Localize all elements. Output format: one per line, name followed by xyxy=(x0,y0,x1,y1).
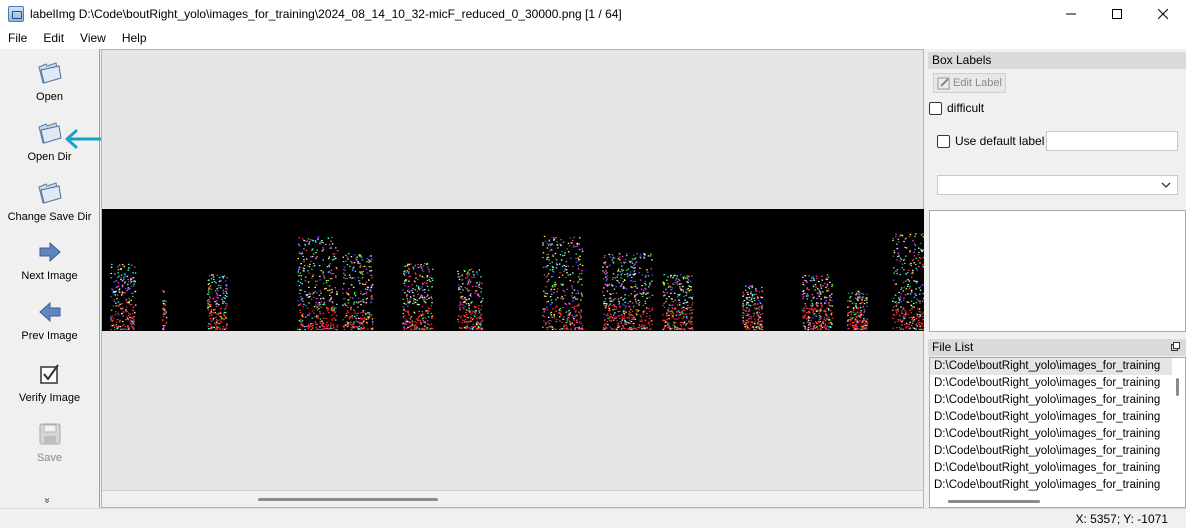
menu-view[interactable]: View xyxy=(72,27,114,49)
label-list[interactable] xyxy=(929,210,1186,332)
file-list-panel: File List D:\Code\boutRight_yolo\images_… xyxy=(928,339,1186,508)
canvas-horizontal-scrollbar[interactable] xyxy=(102,490,923,507)
menu-file[interactable]: File xyxy=(0,27,35,49)
use-default-label-text: Use default label xyxy=(955,134,1045,148)
close-icon xyxy=(1158,8,1168,19)
title-bar[interactable]: labelImg D:\Code\boutRight_yolo\images_f… xyxy=(0,0,1186,27)
checkbox-icon xyxy=(36,360,64,388)
change-save-dir-button[interactable]: Change Save Dir xyxy=(0,179,99,223)
difficult-checkbox[interactable] xyxy=(929,101,942,115)
open-button[interactable]: Open xyxy=(0,59,99,103)
spectrogram-graphic xyxy=(110,233,924,331)
cursor-coordinates: X: 5357; Y: -1071 xyxy=(1075,512,1168,526)
verify-image-label: Verify Image xyxy=(18,392,81,404)
next-image-label: Next Image xyxy=(21,270,78,282)
box-labels-title: Box Labels xyxy=(928,52,1186,69)
maximize-button[interactable] xyxy=(1094,0,1140,27)
chevron-down-icon xyxy=(1161,182,1171,188)
toolbar-more-icon[interactable]: » xyxy=(41,498,52,504)
prev-image-button[interactable]: Prev Image xyxy=(0,298,99,342)
difficult-checkbox-row[interactable]: difficult xyxy=(929,101,984,115)
save-button[interactable]: Save xyxy=(0,420,99,464)
file-list[interactable]: D:\Code\boutRight_yolo\images_for_traini… xyxy=(929,357,1186,508)
menu-help[interactable]: Help xyxy=(114,27,155,49)
close-button[interactable] xyxy=(1140,0,1186,27)
spectrogram-image[interactable] xyxy=(102,209,924,331)
maximize-icon xyxy=(1112,8,1122,19)
image-canvas[interactable] xyxy=(101,49,924,508)
box-labels-panel: Box Labels Edit Label difficult Use defa… xyxy=(928,52,1186,332)
menu-edit[interactable]: Edit xyxy=(35,27,72,49)
next-image-button[interactable]: Next Image xyxy=(0,238,99,282)
list-item[interactable]: D:\Code\boutRight_yolo\images_for_traini… xyxy=(930,477,1172,494)
minimize-button[interactable] xyxy=(1048,0,1094,27)
list-item[interactable]: D:\Code\boutRight_yolo\images_for_traini… xyxy=(930,358,1172,375)
status-bar: X: 5357; Y: -1071 xyxy=(0,508,1186,528)
list-item[interactable]: D:\Code\boutRight_yolo\images_for_traini… xyxy=(930,409,1172,426)
list-item[interactable]: D:\Code\boutRight_yolo\images_for_traini… xyxy=(930,375,1172,392)
edit-label-text: Edit Label xyxy=(953,77,1002,89)
change-save-dir-label: Change Save Dir xyxy=(7,211,92,223)
dock-float-icon[interactable] xyxy=(1171,342,1180,351)
use-default-label-row[interactable]: Use default label xyxy=(937,134,1044,148)
app-logo-icon xyxy=(8,5,24,22)
prev-image-label: Prev Image xyxy=(21,330,78,342)
folder-open-icon xyxy=(36,119,64,147)
arrow-right-icon xyxy=(36,238,64,266)
arrow-left-icon xyxy=(36,298,64,326)
difficult-label: difficult xyxy=(947,101,985,115)
label-combo-box[interactable] xyxy=(937,175,1178,195)
list-item[interactable]: D:\Code\boutRight_yolo\images_for_traini… xyxy=(930,426,1172,443)
save-label: Save xyxy=(36,452,63,464)
edit-label-button[interactable]: Edit Label xyxy=(933,73,1006,93)
list-item[interactable]: D:\Code\boutRight_yolo\images_for_traini… xyxy=(930,443,1172,460)
use-default-label-checkbox[interactable] xyxy=(937,134,950,148)
verify-image-button[interactable]: Verify Image xyxy=(0,360,99,404)
window-title: labelImg D:\Code\boutRight_yolo\images_f… xyxy=(30,6,622,21)
default-label-input[interactable] xyxy=(1046,131,1178,151)
folder-open-icon xyxy=(36,179,64,207)
open-label: Open xyxy=(36,91,63,103)
window-controls xyxy=(1048,0,1186,27)
list-item[interactable]: D:\Code\boutRight_yolo\images_for_traini… xyxy=(930,392,1172,409)
file-list-vertical-scrollbar[interactable] xyxy=(1176,378,1179,396)
open-dir-label: Open Dir xyxy=(27,151,72,163)
folder-open-icon xyxy=(36,59,64,87)
canvas-scroll-thumb[interactable] xyxy=(258,498,438,501)
file-list-title: File List xyxy=(928,339,1186,356)
list-item[interactable]: D:\Code\boutRight_yolo\images_for_traini… xyxy=(930,460,1172,477)
minimize-icon xyxy=(1066,13,1076,14)
edit-pencil-icon xyxy=(937,77,950,90)
menu-bar: File Edit View Help xyxy=(0,27,1186,49)
toolbar: Open Open Dir Change Save Dir Next Image… xyxy=(0,49,100,508)
save-disk-icon xyxy=(36,420,64,448)
file-list-horizontal-scrollbar[interactable] xyxy=(948,500,1040,503)
